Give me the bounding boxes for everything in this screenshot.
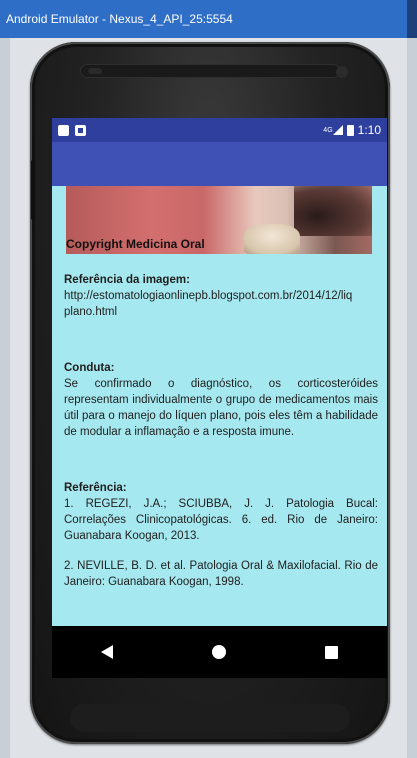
reference-item: 1. REGEZI, J.A.; SCIUBBA, J. J. Patologi… [64,498,378,542]
status-time: 1:10 [357,123,381,137]
signal-icon [332,125,343,135]
app-toolbar [52,142,387,186]
image-shadow-area [294,186,372,236]
references-section: Referência: 1. REGEZI, J.A.; SCIUBBA, J.… [64,480,378,590]
image-reference-url-2[interactable]: plano.html [64,304,378,320]
window-right-edge [407,38,417,758]
android-status-bar: 4G 1:10 [52,118,387,142]
lesion-image: Copyright Medicina Oral [66,186,372,254]
emulator-title-bar: Android Emulator - Nexus_4_API_25:5554 [0,0,417,38]
window-edge-strip [407,0,417,38]
proximity-sensor [88,68,102,74]
side-key[interactable] [31,160,35,220]
android-nav-bar [52,626,387,678]
scroll-content[interactable]: Copyright Medicina Oral Referência da im… [52,186,387,626]
recent-apps-icon[interactable] [324,645,338,659]
emulator-title: Android Emulator - Nexus_4_API_25:5554 [6,12,233,26]
image-reference-section: Referência da imagem: http://estomatolog… [64,272,378,320]
home-icon[interactable] [211,645,226,659]
image-tooth-area [244,224,300,254]
network-type: 4G [323,126,333,134]
bottom-speaker [70,704,350,732]
image-reference-url-1[interactable]: http://estomatologiaonlinepb.blogspot.co… [64,288,378,304]
sd-card-icon [58,124,69,136]
window-left-edge [0,38,10,758]
conduta-section: Conduta: Se confirmado o diagnóstico, os… [64,360,378,440]
conduta-text: Se confirmado o diagnóstico, os corticos… [64,378,378,438]
conduta-heading: Conduta: [64,362,115,374]
references-heading: Referência: [64,482,127,494]
reference-item: 2. NEVILLE, B. D. et al. Patologia Oral … [64,560,378,588]
notification-icon [75,124,86,136]
image-reference-heading: Referência da imagem: [64,274,190,286]
battery-icon [346,124,354,136]
image-caption: Copyright Medicina Oral [66,237,205,251]
earpiece [80,64,340,78]
device-screen[interactable]: 4G 1:10 Copyright Medicina Oral Referênc… [52,118,387,678]
front-camera [336,66,348,78]
back-icon[interactable] [101,645,114,659]
